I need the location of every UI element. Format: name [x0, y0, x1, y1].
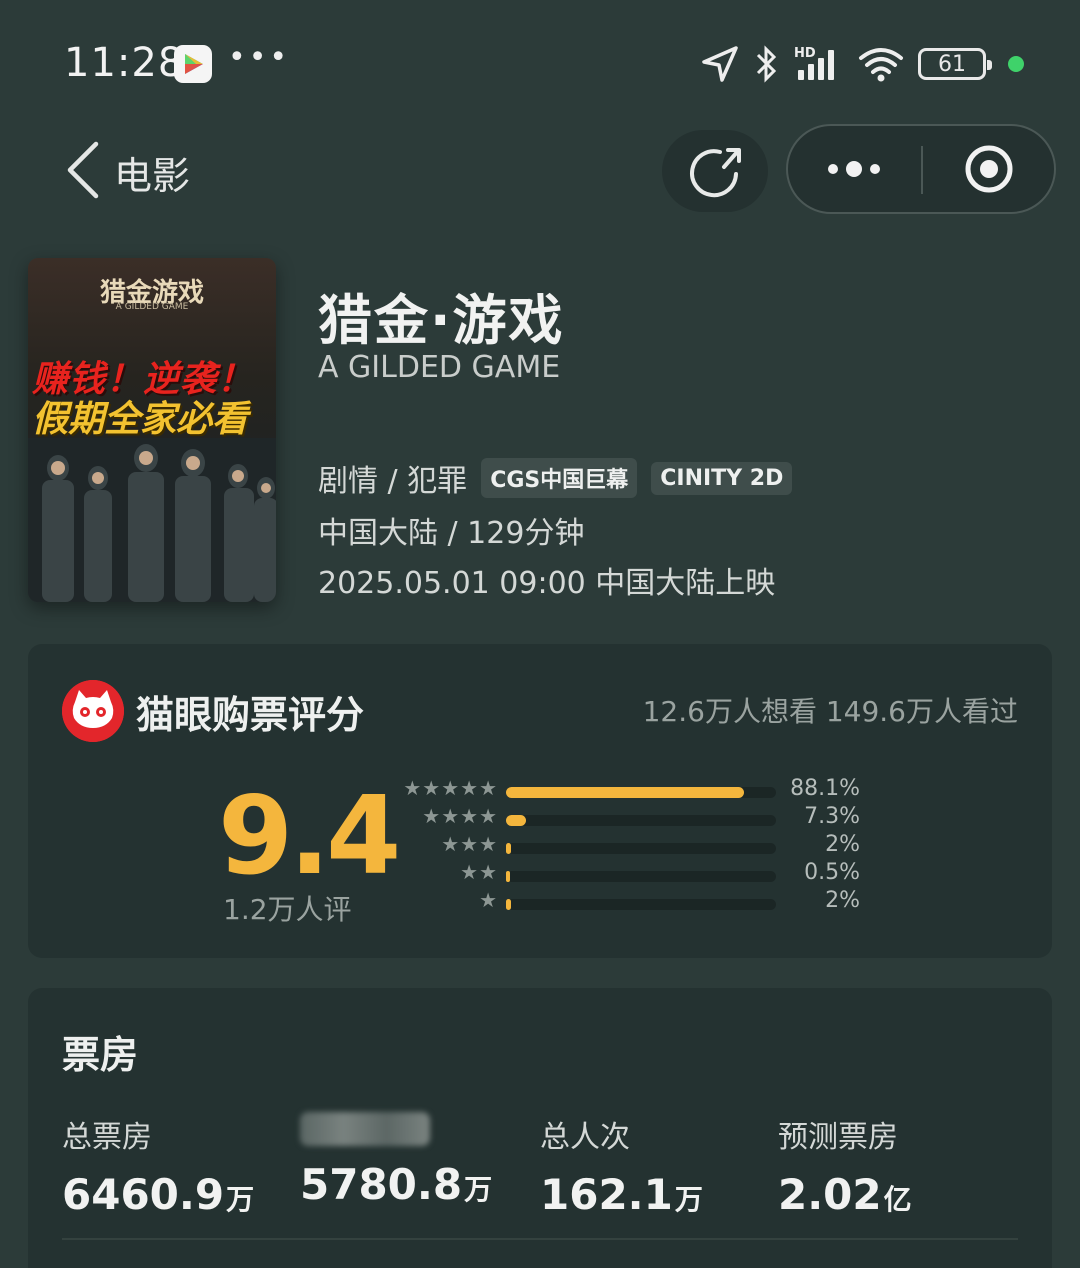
nav-title[interactable]: 电影	[114, 145, 190, 200]
blurred-label	[300, 1112, 430, 1146]
rating-percent: 2%	[825, 888, 860, 913]
rating-card[interactable]: 猫眼购票评分 12.6万人想看 149.6万人看过 9.4 1.2万人评 ★★★…	[28, 644, 1052, 958]
close-miniprogram-button[interactable]	[924, 126, 1054, 212]
rating-bar-fill	[506, 843, 512, 854]
maoyan-cat-logo-icon	[62, 680, 124, 742]
box-office-title: 票房	[62, 1033, 139, 1077]
status-icons: HD 61	[700, 44, 1024, 84]
more-notifications-icon: •••	[228, 40, 291, 75]
rating-distribution-row: ★★★★★ 88.1%	[378, 776, 878, 802]
status-bar: 11:28 ••• HD 61	[0, 0, 1080, 120]
movie-genre-row: 剧情 / 犯罪 CGS中国巨幕 CINITY 2D	[318, 456, 793, 500]
format-tag-cinity: CINITY 2D	[651, 461, 793, 495]
star-rating-icon: ★★★★	[422, 804, 498, 828]
rating-bar-track	[506, 843, 776, 854]
share-icon	[690, 148, 741, 198]
movie-title: 猎金·游戏	[318, 289, 565, 352]
stat-value: 6460.9万	[62, 1170, 255, 1219]
star-rating-icon: ★	[479, 888, 498, 912]
stat-label-redacted	[300, 1112, 492, 1146]
capsule-divider	[921, 146, 923, 194]
stat-label: 总票房	[62, 1120, 152, 1155]
rating-count: 1.2万人评	[223, 893, 352, 926]
movie-poster[interactable]: 猎金游戏 A GILDED GAME 赚钱！逆袭！ 假期全家必看	[28, 258, 276, 602]
status-time: 11:28	[64, 40, 185, 86]
rating-distribution-row: ★★★ 2%	[378, 832, 878, 858]
svg-text:HD: HD	[794, 46, 816, 61]
rating-bar-fill	[506, 899, 512, 910]
more-menu-button[interactable]	[788, 126, 922, 212]
signal-icon: HD	[794, 46, 834, 80]
bluetooth-icon	[756, 45, 777, 83]
rating-percent: 88.1%	[790, 776, 860, 801]
box-office-total: 总票房 6460.9万	[62, 1112, 254, 1219]
box-office-redacted: 5780.8万	[300, 1112, 492, 1209]
star-rating-icon: ★★★	[441, 832, 498, 856]
star-rating-icon: ★★★★★	[403, 776, 498, 800]
format-tag-cgs: CGS中国巨幕	[481, 458, 638, 498]
box-office-admissions: 总人次 162.1万	[540, 1112, 703, 1219]
box-office-card[interactable]: 票房 总票房 6460.9万 5780.8万 总人次 162.1万 预测票房 2…	[28, 988, 1052, 1268]
rating-bar-track	[506, 871, 776, 882]
poster-slogan-2: 假期全家必看	[32, 399, 249, 440]
divider	[62, 1238, 1018, 1240]
movie-region-duration: 中国大陆 / 129分钟	[318, 516, 585, 551]
rating-percent: 0.5%	[804, 860, 860, 885]
rating-title: 猫眼购票评分	[136, 693, 365, 737]
battery-icon: 61	[918, 48, 992, 80]
rating-bar-track	[506, 815, 776, 826]
box-office-forecast: 预测票房 2.02亿	[778, 1112, 912, 1219]
stat-value: 162.1万	[540, 1170, 703, 1219]
movie-english-title: A GILDED GAME	[318, 350, 561, 385]
wifi-icon	[859, 48, 903, 82]
battery-level: 61	[938, 51, 966, 77]
rating-bar-fill	[506, 815, 526, 826]
rating-bar-fill	[506, 871, 510, 882]
movie-release-date: 2025.05.01 09:00 中国大陆上映	[318, 566, 776, 601]
poster-subtitle: A GILDED GAME	[115, 302, 189, 312]
chevron-left-icon	[67, 141, 99, 199]
back-button[interactable]	[62, 140, 106, 200]
miniprogram-capsule	[786, 124, 1056, 214]
star-rating-icon: ★★	[460, 860, 498, 884]
play-store-icon	[174, 45, 212, 83]
rating-distribution-row: ★ 2%	[378, 888, 878, 914]
movie-genre: 剧情 / 犯罪	[318, 464, 468, 499]
stat-label: 预测票房	[778, 1120, 898, 1155]
rating-bar-track	[506, 899, 776, 910]
share-button[interactable]	[662, 130, 768, 212]
target-circle-icon	[965, 145, 1013, 193]
rating-score: 9.4	[218, 774, 401, 899]
rating-bar-track	[506, 787, 776, 798]
stat-value: 5780.8万	[300, 1160, 493, 1209]
stat-value: 2.02亿	[778, 1170, 912, 1219]
location-arrow-icon	[702, 46, 738, 82]
rating-distribution-row: ★★ 0.5%	[378, 860, 878, 886]
rating-bar-fill	[506, 787, 744, 798]
rating-distribution-row: ★★★★ 7.3%	[378, 804, 878, 830]
stat-label: 总人次	[540, 1120, 630, 1155]
rating-audience-stats: 12.6万人想看 149.6万人看过	[642, 695, 1018, 728]
rating-percent: 2%	[825, 832, 860, 857]
rating-percent: 7.3%	[804, 804, 860, 829]
privacy-indicator-dot	[1008, 56, 1024, 72]
poster-cast-illustration	[28, 438, 276, 602]
more-dots-icon	[828, 161, 880, 177]
